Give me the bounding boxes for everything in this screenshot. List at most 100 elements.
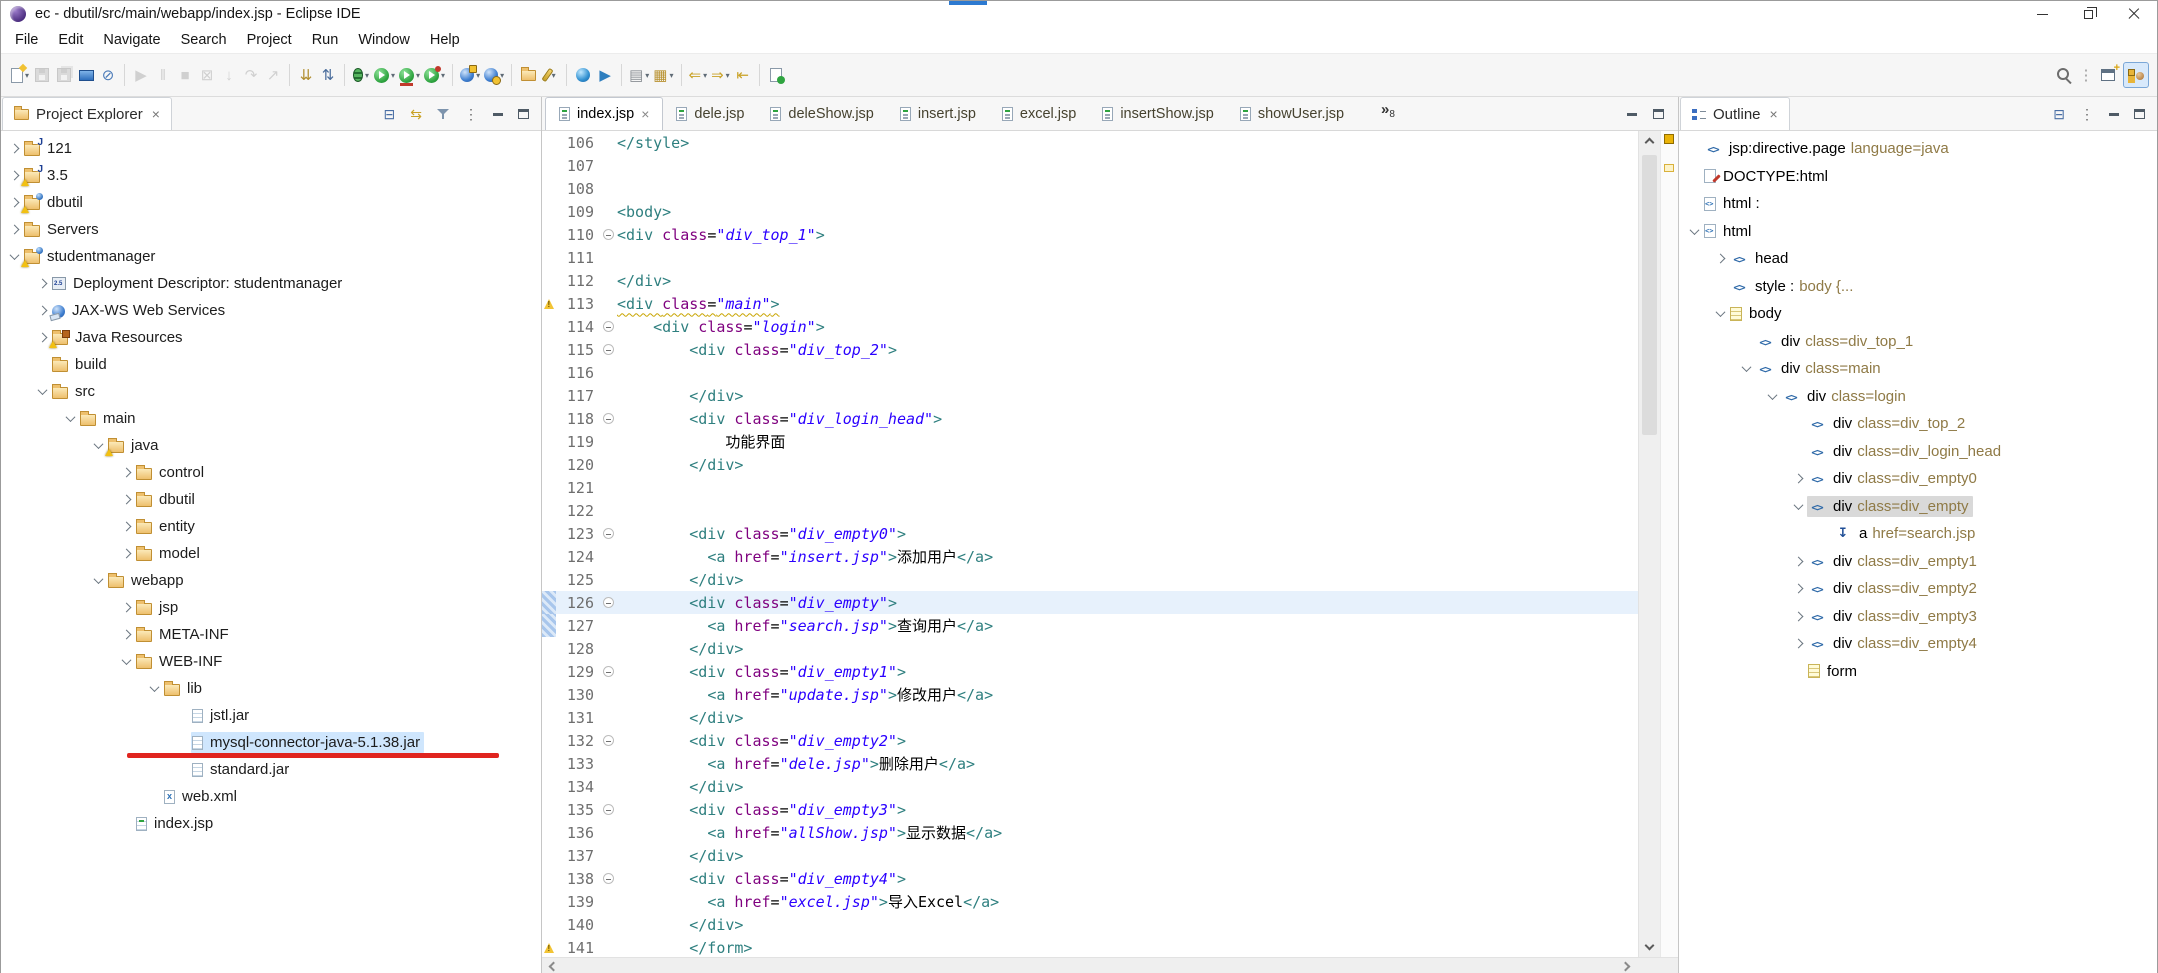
code-text[interactable]: <div class="div_empty"> — [617, 594, 897, 612]
line-number[interactable]: 106 — [556, 134, 600, 152]
code-line[interactable]: 132 <div class="div_empty2"> — [542, 729, 1638, 752]
code-editor[interactable]: 106 </style> 107 108 109 <body> 110 <div class=… — [542, 131, 1678, 957]
resume-icon[interactable]: ▶ — [130, 62, 152, 88]
save-all-icon[interactable] — [53, 62, 75, 88]
collapse-all-icon[interactable]: ⊟ — [384, 107, 396, 121]
line-number[interactable]: 110 — [556, 226, 600, 244]
code-text[interactable]: </div> — [617, 456, 743, 474]
tree-item[interactable]: dbutil — [1, 486, 541, 513]
expand-arrow-icon[interactable] — [1793, 611, 1803, 622]
code-line[interactable]: 125 </div> — [542, 568, 1638, 591]
vertical-scrollbar[interactable] — [1638, 131, 1660, 957]
annotation-ruler[interactable] — [542, 591, 556, 614]
dropdown-caret-icon[interactable]: ▾ — [645, 71, 649, 80]
tree-item[interactable]: dbutil — [1, 189, 541, 216]
collapse-arrow-icon[interactable] — [65, 412, 75, 423]
tree-item[interactable]: index.jsp — [1, 810, 541, 837]
scroll-left-icon[interactable] — [548, 961, 559, 972]
tree-item[interactable]: main — [1, 405, 541, 432]
annotation-ruler[interactable] — [542, 660, 556, 683]
dropdown-caret-icon[interactable]: ▾ — [703, 71, 707, 80]
code-line[interactable]: 112 </div> — [542, 269, 1638, 292]
tree-item[interactable]: 121 — [1, 135, 541, 162]
outline-item[interactable]: ahref=search.jsp — [1679, 520, 2157, 548]
line-number[interactable]: 113 — [556, 295, 600, 313]
open-resource-icon[interactable] — [517, 62, 539, 88]
menu-file[interactable]: File — [5, 30, 48, 50]
collapse-arrow-icon[interactable] — [93, 574, 103, 585]
fold-collapse-icon[interactable] — [603, 597, 614, 608]
code-area[interactable]: 106 </style> 107 108 109 <body> 110 <div class=… — [542, 131, 1638, 957]
line-number[interactable]: 140 — [556, 916, 600, 934]
code-text[interactable]: </div> — [617, 272, 671, 290]
code-line[interactable]: 119 功能界面 — [542, 430, 1638, 453]
annotation-ruler[interactable] — [542, 453, 556, 476]
fold-ruler[interactable] — [600, 321, 617, 332]
code-text[interactable]: <a href="excel.jsp">导入Excel</a> — [617, 891, 999, 912]
annotation-ruler[interactable] — [542, 292, 556, 315]
tree-item[interactable]: 3.5 — [1, 162, 541, 189]
line-number[interactable]: 133 — [556, 755, 600, 773]
outline-item[interactable]: style :body {... — [1679, 273, 2157, 301]
line-number[interactable]: 128 — [556, 640, 600, 658]
code-line[interactable]: 113 <div class="main"> — [542, 292, 1638, 315]
outline-item[interactable]: divclass=main — [1679, 355, 2157, 383]
line-number[interactable]: 122 — [556, 502, 600, 520]
code-text[interactable]: <div class="login"> — [617, 318, 825, 336]
editor-tab[interactable]: excel.jsp — [989, 97, 1089, 130]
annotation-ruler[interactable] — [542, 614, 556, 637]
editor-tab[interactable]: index.jsp × — [545, 97, 664, 130]
collapse-arrow-icon[interactable] — [149, 682, 159, 693]
collapse-arrow-icon[interactable] — [1741, 362, 1751, 373]
code-line[interactable]: 115 <div class="div_top_2"> — [542, 338, 1638, 361]
expand-arrow-icon[interactable] — [1793, 638, 1803, 649]
menu-help[interactable]: Help — [420, 30, 470, 50]
editor-tab[interactable]: showUser.jsp — [1227, 97, 1357, 130]
line-number[interactable]: 119 — [556, 433, 600, 451]
outline-item[interactable]: divclass=div_empty — [1679, 493, 2157, 521]
annotation-ruler[interactable] — [542, 913, 556, 936]
maximize-view-icon[interactable] — [518, 108, 529, 119]
line-number[interactable]: 124 — [556, 548, 600, 566]
expand-arrow-icon[interactable] — [9, 170, 19, 181]
code-line[interactable]: 123 <div class="div_empty0"> — [542, 522, 1638, 545]
code-text[interactable]: <div class="div_top_1"> — [617, 226, 825, 244]
profile-icon[interactable]: ▾ — [422, 62, 447, 88]
code-line[interactable]: 133 <a href="dele.jsp">删除用户</a> — [542, 752, 1638, 775]
drop-to-frame-icon[interactable]: ⇊ — [295, 62, 317, 88]
line-number[interactable]: 120 — [556, 456, 600, 474]
outline-item[interactable]: divclass=div_empty4 — [1679, 630, 2157, 658]
fold-ruler[interactable] — [600, 873, 617, 884]
code-text[interactable]: </div> — [617, 847, 743, 865]
collapse-arrow-icon[interactable] — [1715, 307, 1725, 318]
outline-item[interactable]: form — [1679, 658, 2157, 686]
code-line[interactable]: 130 <a href="update.jsp">修改用户</a> — [542, 683, 1638, 706]
annotation-ruler[interactable] — [542, 223, 556, 246]
disconnect-icon[interactable]: ⊠ — [196, 62, 218, 88]
code-line[interactable]: 141 </form> — [542, 936, 1638, 957]
annotation-ruler[interactable] — [542, 177, 556, 200]
fold-collapse-icon[interactable] — [603, 229, 614, 240]
coverage-icon[interactable]: ▾ — [397, 62, 422, 88]
annotation-ruler[interactable] — [542, 798, 556, 821]
code-line[interactable]: 134 </div> — [542, 775, 1638, 798]
link-with-editor-icon[interactable]: ⇆ — [410, 107, 422, 121]
fold-collapse-icon[interactable] — [603, 804, 614, 815]
code-line[interactable]: 120 </div> — [542, 453, 1638, 476]
expand-arrow-icon[interactable] — [1793, 583, 1803, 594]
new-wizard-icon[interactable]: ▾ — [9, 62, 31, 88]
code-line[interactable]: 136 <a href="allShow.jsp">显示数据</a> — [542, 821, 1638, 844]
collapse-all-icon[interactable]: ⊟ — [2053, 107, 2065, 121]
expand-arrow-icon[interactable] — [121, 494, 131, 505]
scroll-down-icon[interactable] — [1644, 940, 1655, 951]
tree-item[interactable]: jstl.jar — [1, 702, 541, 729]
code-text[interactable]: <div class="div_empty2"> — [617, 732, 906, 750]
outline-item[interactable]: divclass=login — [1679, 383, 2157, 411]
outline-item[interactable]: divclass=div_empty1 — [1679, 548, 2157, 576]
close-view-icon[interactable]: × — [1770, 106, 1778, 122]
code-line[interactable]: 110 <div class="div_top_1"> — [542, 223, 1638, 246]
outline-item[interactable]: jsp:directive.pagelanguage=java — [1679, 135, 2157, 163]
code-text[interactable]: <a href="insert.jsp">添加用户</a> — [617, 546, 993, 567]
annotation-ruler[interactable] — [542, 706, 556, 729]
fold-ruler[interactable] — [600, 597, 617, 608]
